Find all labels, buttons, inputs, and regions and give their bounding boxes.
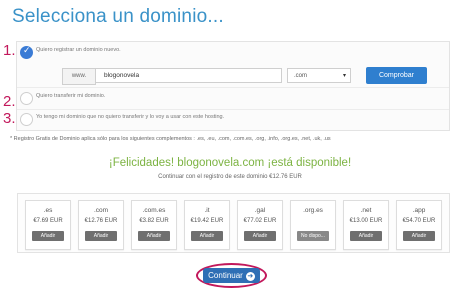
tld-card: .org.es No dispo... xyxy=(290,200,336,250)
check-domain-button[interactable]: Comprobar xyxy=(366,67,427,84)
step-number-1: 1. xyxy=(3,42,16,59)
tld-price: €7.69 EUR xyxy=(33,218,63,224)
tld-name: .es xyxy=(43,207,53,214)
tld-card: .it €19.42 EUR Añadir xyxy=(184,200,230,250)
domain-options-panel: Quiero registrar un dominio nuevo. www. … xyxy=(16,41,450,131)
add-tld-button[interactable]: Añadir xyxy=(244,231,276,241)
option-register-row[interactable]: Quiero registrar un dominio nuevo. www. … xyxy=(17,42,449,88)
add-tld-button[interactable]: Añadir xyxy=(138,231,170,241)
tld-price: €3.82 EUR xyxy=(139,218,169,224)
continue-button-label: Continuar xyxy=(208,271,243,280)
tld-card: .app €54.70 EUR Añadir xyxy=(396,200,442,250)
step-number-3: 3. xyxy=(3,110,16,127)
add-tld-button[interactable]: Añadir xyxy=(350,231,382,241)
add-tld-button[interactable]: Añadir xyxy=(403,231,435,241)
domain-name-input[interactable] xyxy=(95,68,282,83)
tld-card: .net €13.00 EUR Añadir xyxy=(343,200,389,250)
tld-select[interactable]: .com ▾ xyxy=(287,68,351,83)
option-existing-radio[interactable] xyxy=(20,113,33,126)
availability-message: ¡Felicidades! blogonovela.com ¡está disp… xyxy=(108,157,352,169)
add-tld-button[interactable]: Añadir xyxy=(32,231,64,241)
option-existing-row[interactable]: Yo tengo mi dominio que no quiero transf… xyxy=(17,109,449,130)
free-domain-note: * Registro Gratis de Dominio aplica sólo… xyxy=(10,136,331,142)
tld-name: .net xyxy=(360,207,372,214)
tld-card: .com €12.76 EUR Añadir xyxy=(78,200,124,250)
www-prefix: www. xyxy=(62,68,96,85)
option-existing-label: Yo tengo mi dominio que no quiero transf… xyxy=(36,114,225,120)
tld-price: €12.76 EUR xyxy=(84,218,118,224)
tld-name: .org.es xyxy=(303,207,323,214)
continue-registration-note: Continuar con el registro de este domini… xyxy=(158,174,302,180)
add-tld-button[interactable]: Añadir xyxy=(191,231,223,241)
tld-name: .it xyxy=(204,207,210,214)
chevron-down-icon: ▾ xyxy=(342,73,346,79)
tld-name: .app xyxy=(412,207,426,214)
option-register-label: Quiero registrar un dominio nuevo. xyxy=(36,47,121,53)
option-register-radio[interactable] xyxy=(20,45,33,59)
add-tld-button[interactable]: Añadir xyxy=(85,231,117,241)
unavailable-tld-button: No dispo... xyxy=(297,231,329,241)
tld-price: €54.70 EUR xyxy=(402,218,436,224)
arrow-right-icon: ➜ xyxy=(245,272,255,281)
tld-card: .gal €77.02 EUR Añadir xyxy=(237,200,283,250)
tld-name: .com.es xyxy=(142,207,166,214)
option-transfer-label: Quiero transferir mi dominio. xyxy=(36,93,106,99)
option-transfer-radio[interactable] xyxy=(20,92,33,105)
tld-price: €13.00 EUR xyxy=(349,218,383,224)
tld-price: €19.42 EUR xyxy=(190,218,224,224)
tld-selected-value: .com xyxy=(294,73,308,79)
tld-name: .com xyxy=(93,207,109,214)
page-title: Selecciona un dominio... xyxy=(12,6,224,27)
tld-suggestions-panel: .es €7.69 EUR Añadir .com €12.76 EUR Aña… xyxy=(17,193,450,253)
option-transfer-row[interactable]: Quiero transferir mi dominio. xyxy=(17,88,449,110)
continue-button[interactable]: Continuar ➜ xyxy=(203,268,260,283)
tld-price: €77.02 EUR xyxy=(243,218,277,224)
tld-card: .com.es €3.82 EUR Añadir xyxy=(131,200,177,250)
step-number-2: 2. xyxy=(3,93,16,110)
tld-name: .gal xyxy=(254,207,266,214)
tld-card: .es €7.69 EUR Añadir xyxy=(25,200,71,250)
